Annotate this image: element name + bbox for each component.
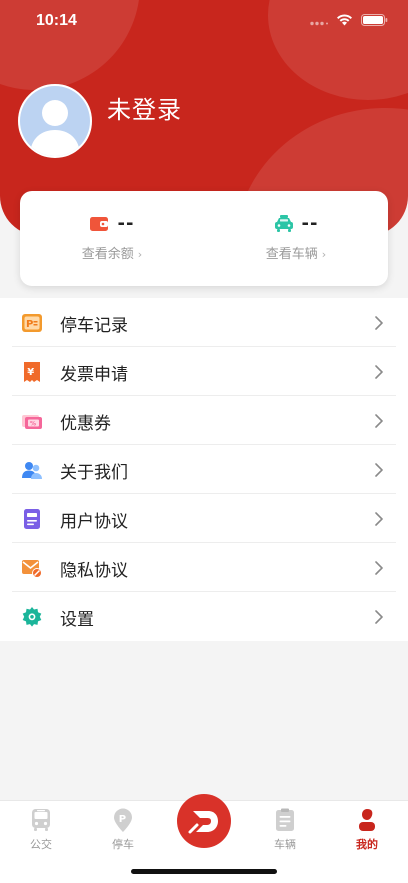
menu-item-coupon[interactable]: % 优惠券 <box>0 396 408 445</box>
menu-item-label: 停车记录 <box>60 316 128 336</box>
svg-text:%: % <box>30 421 36 428</box>
chevron-right-icon: › <box>321 248 327 261</box>
app-logo-button[interactable] <box>177 794 231 848</box>
menu-item-label: 隐私协议 <box>60 561 128 581</box>
view-vehicle-label: 查看车辆 <box>265 247 318 262</box>
status-bar: 10:14 <box>0 0 408 44</box>
about-us-icon <box>22 462 42 479</box>
tab-label: 我的 <box>356 838 378 851</box>
menu-item-label: 发票申请 <box>60 365 128 385</box>
vehicle-value: -- <box>301 213 319 234</box>
invoice-icon: ¥ <box>24 362 40 382</box>
svg-text:P: P <box>26 319 33 330</box>
parking-record-icon: P <box>22 314 42 332</box>
wifi-icon <box>337 14 352 26</box>
menu-item-label: 用户协议 <box>60 512 128 532</box>
profile-screen: 10:14 未登录 -- 查看余额 › -- 查看车辆 › P 停车记录 ¥ 发… <box>0 0 408 883</box>
chevron-right-icon <box>375 561 383 575</box>
vehicle-section[interactable]: -- 查看车辆 › <box>204 191 388 286</box>
status-time: 10:14 <box>36 12 77 29</box>
view-balance-label: 查看余额 <box>81 247 134 262</box>
login-status-title[interactable]: 未登录 <box>107 90 182 125</box>
menu-item-label: 优惠券 <box>60 414 111 434</box>
account-summary-card: -- 查看余额 › -- 查看车辆 › <box>20 191 388 286</box>
tab-label: 公交 <box>30 838 52 851</box>
vehicle-row: -- <box>204 213 388 234</box>
menu-list: P 停车记录 ¥ 发票申请 % 优惠券 关于我们 用户协议 隐私协议 设置 <box>0 298 408 641</box>
clipboard-icon <box>276 808 294 831</box>
wallet-icon <box>89 216 108 231</box>
chevron-right-icon <box>375 512 383 526</box>
menu-item-parking-record[interactable]: P 停车记录 <box>0 298 408 347</box>
menu-item-label: 关于我们 <box>60 463 128 483</box>
tab-label: 停车 <box>112 838 134 851</box>
menu-item-settings[interactable]: 设置 <box>0 592 408 641</box>
tab-parking[interactable]: P 停车 <box>82 801 164 857</box>
chevron-right-icon <box>375 463 383 477</box>
tab-mine[interactable]: 我的 <box>326 801 408 857</box>
chevron-right-icon <box>375 316 383 330</box>
person-icon <box>359 809 375 831</box>
coupon-icon: % <box>22 415 42 429</box>
svg-text:P: P <box>119 814 126 825</box>
tab-bus[interactable]: 公交 <box>0 801 82 857</box>
status-icons <box>310 14 388 26</box>
bus-icon <box>32 809 50 831</box>
avatar-silhouette-icon <box>20 86 90 156</box>
tab-label: 车辆 <box>274 838 296 851</box>
menu-item-invoice[interactable]: ¥ 发票申请 <box>0 347 408 396</box>
menu-item-user-agreement[interactable]: 用户协议 <box>0 494 408 543</box>
menu-item-privacy[interactable]: 隐私协议 <box>0 543 408 592</box>
chevron-right-icon <box>375 610 383 624</box>
parking-icon: P <box>114 808 132 832</box>
menu-item-label: 设置 <box>60 610 94 630</box>
tab-vehicle[interactable]: 车辆 <box>244 801 326 857</box>
user-agreement-icon <box>24 509 40 529</box>
battery-icon <box>361 14 388 26</box>
user-avatar-icon[interactable] <box>18 84 92 158</box>
home-indicator[interactable] <box>131 869 277 874</box>
view-vehicle-link[interactable]: 查看车辆 › <box>204 243 388 262</box>
balance-section[interactable]: -- 查看余额 › <box>20 191 204 286</box>
chevron-right-icon <box>375 414 383 428</box>
view-balance-link[interactable]: 查看余额 › <box>20 243 204 262</box>
chevron-right-icon: › <box>137 248 143 261</box>
settings-icon <box>22 607 42 627</box>
app-logo-icon <box>188 811 218 834</box>
svg-text:¥: ¥ <box>27 367 34 378</box>
privacy-icon <box>22 560 42 578</box>
car-icon <box>274 214 293 232</box>
balance-value: -- <box>117 213 135 234</box>
signal-icon <box>310 21 328 25</box>
chevron-right-icon <box>375 365 383 379</box>
menu-item-about-us[interactable]: 关于我们 <box>0 445 408 494</box>
balance-row: -- <box>20 213 204 234</box>
